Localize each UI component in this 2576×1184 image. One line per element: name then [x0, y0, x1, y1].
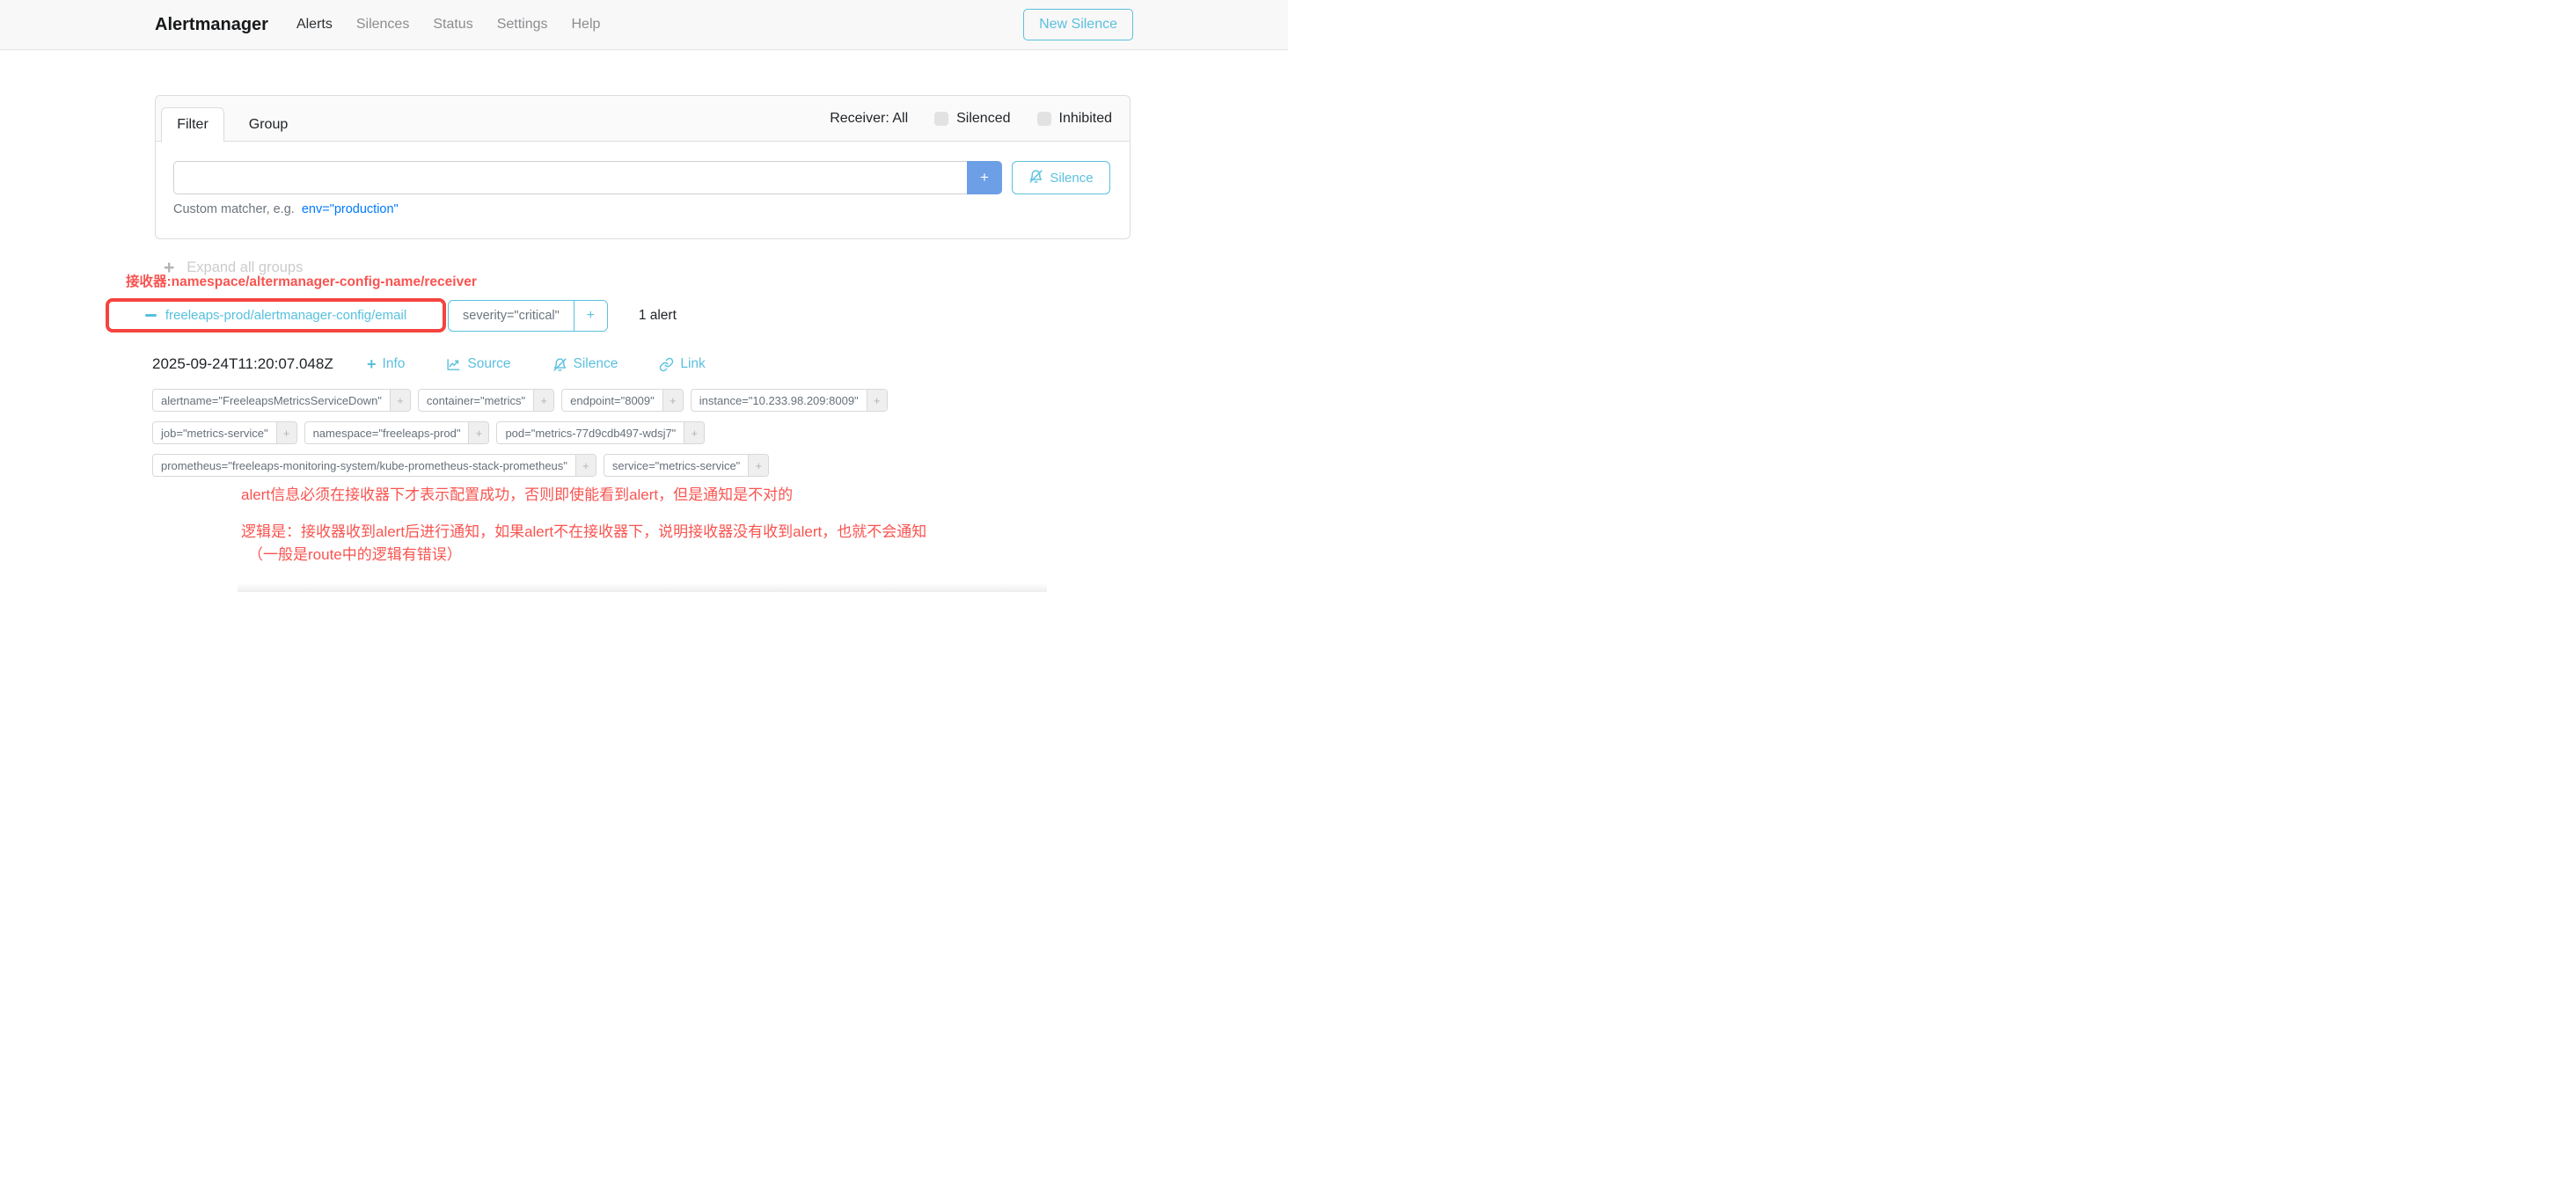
group-matcher-label: severity="critical"	[449, 301, 574, 331]
alert-label-text: endpoint="8009"	[562, 390, 662, 411]
annotation-note-2: 逻辑是：接收器收到alert后进行通知，如果alert不在接收器下，说明接收器没…	[241, 521, 926, 566]
navbar-content: Alertmanager Alerts Silences Status Sett…	[0, 0, 1288, 49]
alert-label-tag: pod="metrics-77d9cdb497-wdsj7" +	[496, 421, 705, 444]
receiver-group-toggle-button[interactable]: freeleaps-prod/alertmanager-config/email	[145, 308, 406, 323]
inhibited-checkbox-label: Inhibited	[1059, 111, 1113, 127]
alert-labels: alertname="FreeleapsMetricsServiceDown" …	[152, 389, 1041, 477]
nav-item-alerts[interactable]: Alerts	[296, 17, 333, 33]
bell-slash-icon	[1028, 169, 1043, 187]
link-button-label: Link	[680, 356, 705, 372]
tab-filter[interactable]: Filter	[161, 107, 224, 143]
alert-meta-row: 2025-09-24T11:20:07.048Z + Info Source	[152, 355, 706, 373]
matcher-hint: Custom matcher, e.g. env="production"	[173, 202, 1110, 216]
checkbox-icon[interactable]	[934, 112, 948, 126]
filter-card-body: + Silence Custom matcher, e.g. env="prod…	[156, 142, 1130, 216]
add-label-filter-button[interactable]: +	[468, 422, 488, 443]
link-button[interactable]: Link	[659, 356, 705, 372]
annotation-note-2-line-1: 逻辑是：接收器收到alert后进行通知，如果alert不在接收器下，说明接收器没…	[241, 521, 926, 544]
silence-filter-label: Silence	[1050, 171, 1093, 186]
alert-label-tag: job="metrics-service" +	[152, 421, 297, 444]
add-label-filter-button[interactable]: +	[533, 390, 553, 411]
source-button-label: Source	[467, 356, 510, 372]
chart-icon	[446, 357, 461, 372]
nav-item-status[interactable]: Status	[433, 17, 472, 33]
tab-group[interactable]: Group	[230, 107, 307, 143]
alert-label-text: namespace="freeleaps-prod"	[305, 422, 469, 443]
alert-label-tag: namespace="freeleaps-prod" +	[304, 421, 490, 444]
link-icon	[659, 357, 674, 372]
new-silence-button[interactable]: New Silence	[1023, 9, 1133, 40]
checkbox-icon[interactable]	[1037, 112, 1051, 126]
nav-item-settings[interactable]: Settings	[497, 17, 548, 33]
plus-icon: +	[367, 356, 377, 372]
silence-alert-button[interactable]: Silence	[553, 356, 618, 372]
nav-item-silences[interactable]: Silences	[356, 17, 409, 33]
silenced-checkbox[interactable]: Silenced	[934, 111, 1010, 127]
add-label-filter-button[interactable]: +	[575, 455, 596, 476]
alert-label-tag: container="metrics" +	[418, 389, 554, 412]
alert-label-text: instance="10.233.98.209:8009"	[692, 390, 867, 411]
add-label-filter-button[interactable]: +	[662, 390, 683, 411]
alert-label-tag: instance="10.233.98.209:8009" +	[691, 389, 888, 412]
add-label-filter-button[interactable]: +	[867, 390, 887, 411]
alert-count: 1 alert	[639, 308, 677, 324]
alert-label-text: prometheus="freeleaps-monitoring-system/…	[153, 455, 575, 476]
bottom-shadow	[238, 583, 1047, 592]
label-row: job="metrics-service" + namespace="freel…	[152, 421, 1041, 444]
filter-card: Filter Group Receiver: All Silenced Inhi…	[155, 95, 1131, 239]
label-row: prometheus="freeleaps-monitoring-system/…	[152, 454, 1041, 477]
inhibited-checkbox[interactable]: Inhibited	[1037, 111, 1113, 127]
info-button[interactable]: + Info	[367, 356, 405, 372]
alert-label-text: service="metrics-service"	[604, 455, 748, 476]
group-matcher-pill: severity="critical" +	[448, 300, 608, 332]
receiver-group-label: freeleaps-prod/alertmanager-config/email	[165, 308, 406, 323]
silence-filter-button[interactable]: Silence	[1012, 161, 1110, 194]
alert-label-tag: prometheus="freeleaps-monitoring-system/…	[152, 454, 596, 477]
matcher-input[interactable]	[173, 161, 967, 194]
matcher-example-link[interactable]: env="production"	[302, 202, 399, 216]
alert-group-row: freeleaps-prod/alertmanager-config/email…	[106, 298, 677, 333]
app-brand[interactable]: Alertmanager	[155, 15, 268, 35]
alert-label-text: alertname="FreeleapsMetricsServiceDown"	[153, 390, 390, 411]
source-button[interactable]: Source	[446, 356, 510, 372]
alert-label-tag: service="metrics-service" +	[604, 454, 769, 477]
matcher-input-group: + Silence	[173, 161, 1110, 194]
top-navbar: Alertmanager Alerts Silences Status Sett…	[0, 0, 1288, 50]
annotation-receiver-note: 接收器:namespace/altermanager-config-name/r…	[126, 271, 477, 290]
annotation-highlight-box: freeleaps-prod/alertmanager-config/email	[106, 298, 446, 333]
add-matcher-button[interactable]: +	[967, 161, 1002, 194]
filter-options: Receiver: All Silenced Inhibited	[830, 96, 1112, 142]
alert-timestamp: 2025-09-24T11:20:07.048Z	[152, 355, 353, 373]
nav-item-help[interactable]: Help	[572, 17, 601, 33]
matcher-hint-text: Custom matcher, e.g.	[173, 202, 295, 216]
add-label-filter-button[interactable]: +	[748, 455, 768, 476]
minus-icon	[145, 314, 157, 318]
alert-actions: + Info Source Silence	[367, 356, 706, 372]
alert-label-tag: endpoint="8009" +	[561, 389, 684, 412]
bell-slash-icon	[553, 357, 567, 372]
add-label-filter-button[interactable]: +	[684, 422, 704, 443]
filter-card-header: Filter Group Receiver: All Silenced Inhi…	[156, 96, 1130, 142]
label-row: alertname="FreeleapsMetricsServiceDown" …	[152, 389, 1041, 412]
alert-label-text: pod="metrics-77d9cdb497-wdsj7"	[497, 422, 684, 443]
tab-group-label: Group	[249, 117, 288, 133]
add-label-filter-button[interactable]: +	[390, 390, 410, 411]
main-nav: Alerts Silences Status Settings Help	[296, 17, 600, 33]
alert-label-tag: alertname="FreeleapsMetricsServiceDown" …	[152, 389, 411, 412]
info-button-label: Info	[383, 356, 406, 372]
tab-filter-label: Filter	[177, 117, 209, 133]
annotation-note-2-line-2: （一般是route中的逻辑有错误）	[241, 544, 926, 566]
annotation-note-1: alert信息必须在接收器下才表示配置成功，否则即使能看到alert，但是通知是…	[241, 482, 793, 504]
add-group-matcher-button[interactable]: +	[574, 301, 607, 331]
alert-label-text: container="metrics"	[419, 390, 533, 411]
alert-label-text: job="metrics-service"	[153, 422, 276, 443]
add-label-filter-button[interactable]: +	[276, 422, 296, 443]
silence-alert-button-label: Silence	[574, 356, 618, 372]
receiver-filter-dropdown[interactable]: Receiver: All	[830, 111, 908, 127]
silenced-checkbox-label: Silenced	[956, 111, 1010, 127]
